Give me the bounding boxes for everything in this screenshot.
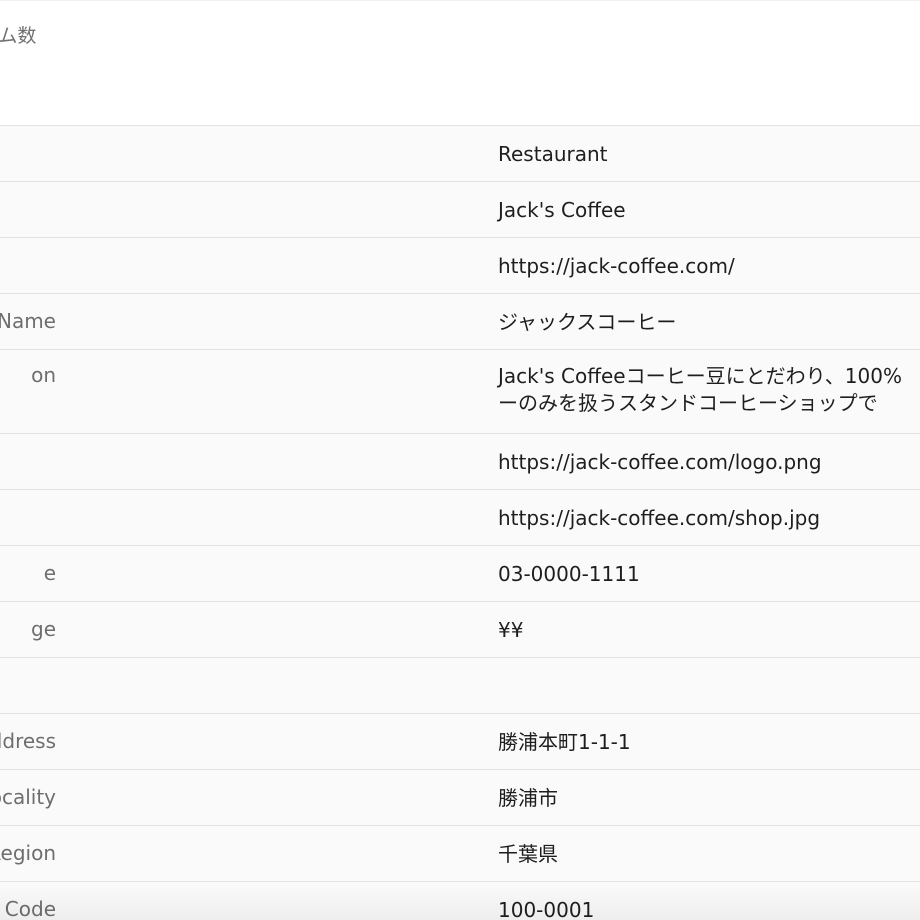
table-row: Restaurant xyxy=(0,126,920,182)
property-value: 100-0001 xyxy=(498,898,595,920)
property-key: sRegion xyxy=(0,841,56,865)
table-row: Jack's Coffee xyxy=(0,182,920,238)
property-key: Address xyxy=(0,729,56,753)
table-row: Code 100-0001 xyxy=(0,882,920,920)
table-row: sRegion 千葉県 xyxy=(0,826,920,882)
table-row: https://jack-coffee.com/logo.png xyxy=(0,434,920,490)
property-key: e xyxy=(43,561,56,585)
property-key: ge xyxy=(31,617,56,641)
table-row xyxy=(0,658,920,714)
table-row: on Jack's Coffeeコーヒー豆にとだわり、100% ーのみを扱うスタ… xyxy=(0,350,920,434)
table-row: ge ¥¥ xyxy=(0,602,920,658)
property-key: sLocality xyxy=(0,785,56,809)
table-row: Address 勝浦本町1-1-1 xyxy=(0,714,920,770)
structured-data-viewer: テム数 offee Restaurant Jack's Coffee https… xyxy=(0,0,920,920)
table-row: e 03-0000-1111 xyxy=(0,546,920,602)
table-row: https://jack-coffee.com/ xyxy=(0,238,920,294)
property-value: 03-0000-1111 xyxy=(498,562,640,586)
property-value: Restaurant xyxy=(498,142,608,166)
table-row: sLocality 勝浦市 xyxy=(0,770,920,826)
table-row: https://jack-coffee.com/shop.jpg xyxy=(0,490,920,546)
property-value: 勝浦市 xyxy=(498,786,558,810)
property-value: ジャックスコーヒー xyxy=(498,310,677,334)
property-value: https://jack-coffee.com/logo.png xyxy=(498,450,822,474)
property-key: on xyxy=(31,363,56,387)
property-value: 勝浦本町1-1-1 xyxy=(498,730,631,754)
property-key: Name xyxy=(0,309,56,333)
property-value: https://jack-coffee.com/shop.jpg xyxy=(498,506,821,530)
property-value: https://jack-coffee.com/ xyxy=(498,254,735,278)
item-count-label: テム数 xyxy=(0,25,37,47)
property-value: Jack's Coffee xyxy=(498,198,626,222)
property-key: Code xyxy=(4,897,56,920)
item-header: テム数 offee xyxy=(0,0,920,126)
property-value: Jack's Coffeeコーヒー豆にとだわり、100% ーのみを扱うスタンドコ… xyxy=(498,364,902,415)
table-row: Name ジャックスコーヒー xyxy=(0,294,920,350)
property-value: ¥¥ xyxy=(498,618,524,642)
properties-table: Restaurant Jack's Coffee https://jack-co… xyxy=(0,126,920,920)
property-value: 千葉県 xyxy=(498,842,558,866)
